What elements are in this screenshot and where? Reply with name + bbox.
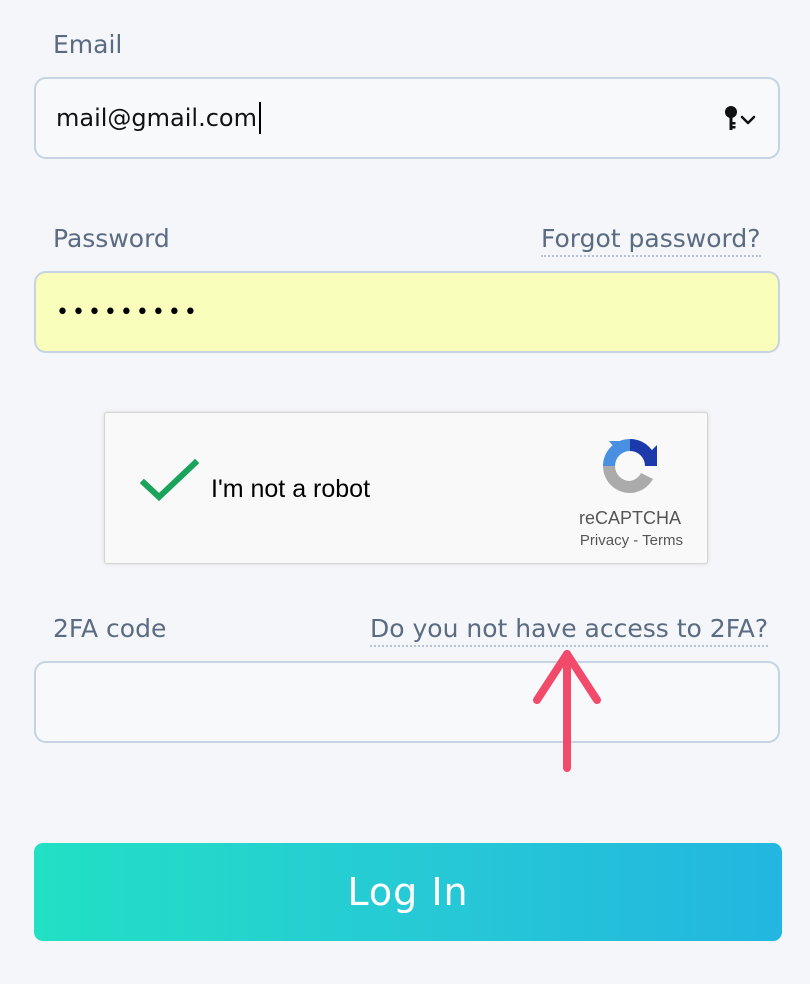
privacy-link[interactable]: Privacy [580, 532, 629, 549]
email-value-wrap: mail@gmail.com [56, 79, 261, 157]
email-label: Email [53, 30, 123, 59]
no-access-2fa-link[interactable]: Do you not have access to 2FA? [370, 616, 769, 647]
links-separator: - [629, 532, 643, 549]
twofa-label: 2FA code [53, 614, 167, 643]
recaptcha-widget: I'm not a robot reCAPTCHA Privacy - Term… [104, 412, 708, 564]
key-icon [724, 105, 738, 135]
chevron-down-icon [740, 111, 756, 130]
twofa-code-field[interactable] [34, 661, 780, 743]
password-label: Password [53, 224, 170, 253]
login-button[interactable]: Log In [34, 843, 782, 941]
password-field[interactable]: ••••••••• [34, 271, 780, 353]
recaptcha-brand: reCAPTCHA [578, 508, 681, 528]
captcha-label: I'm not a robot [211, 475, 371, 503]
password-value-wrap: ••••••••• [56, 273, 200, 351]
password-manager-button[interactable] [724, 105, 756, 135]
text-caret [258, 102, 261, 134]
forgot-password-link[interactable]: Forgot password? [541, 226, 761, 257]
checkmark-icon[interactable] [139, 457, 200, 509]
recaptcha-links: Privacy - Terms [580, 532, 683, 549]
arrow-up-icon [530, 648, 604, 778]
recaptcha-logo-icon [597, 433, 663, 503]
email-field[interactable]: mail@gmail.com [34, 77, 780, 159]
email-value: mail@gmail.com [56, 104, 257, 132]
password-masked-value: ••••••••• [56, 299, 200, 325]
terms-link[interactable]: Terms [642, 532, 683, 549]
